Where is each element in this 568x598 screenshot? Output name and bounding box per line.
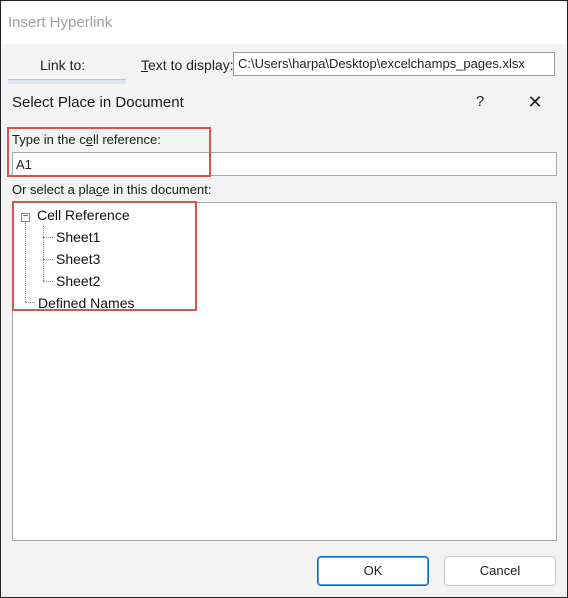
- place-label-part2: e in this document:: [102, 182, 212, 197]
- ok-button[interactable]: OK: [317, 556, 429, 586]
- tree-highlight: [12, 201, 197, 311]
- place-label-part1: Or select a pla: [12, 182, 96, 197]
- dialog-title: Select Place in Document: [12, 94, 184, 111]
- text-to-display-input[interactable]: C:\Users\harpa\Desktop\excelchamps_pages…: [233, 52, 555, 76]
- cancel-button[interactable]: Cancel: [444, 556, 556, 586]
- text-to-display-accel: T: [141, 57, 148, 73]
- close-icon[interactable]: ✕: [523, 90, 547, 114]
- place-in-document-label: Or select a place in this document:: [12, 182, 211, 197]
- text-to-display-label-rest: ext to display:: [148, 57, 234, 73]
- help-icon[interactable]: ?: [469, 90, 491, 114]
- link-to-label: Link to:: [40, 57, 86, 73]
- text-to-display-label: Text to display:: [141, 57, 234, 73]
- cell-reference-highlight: [7, 127, 211, 177]
- parent-window-title: Insert Hyperlink: [8, 14, 113, 31]
